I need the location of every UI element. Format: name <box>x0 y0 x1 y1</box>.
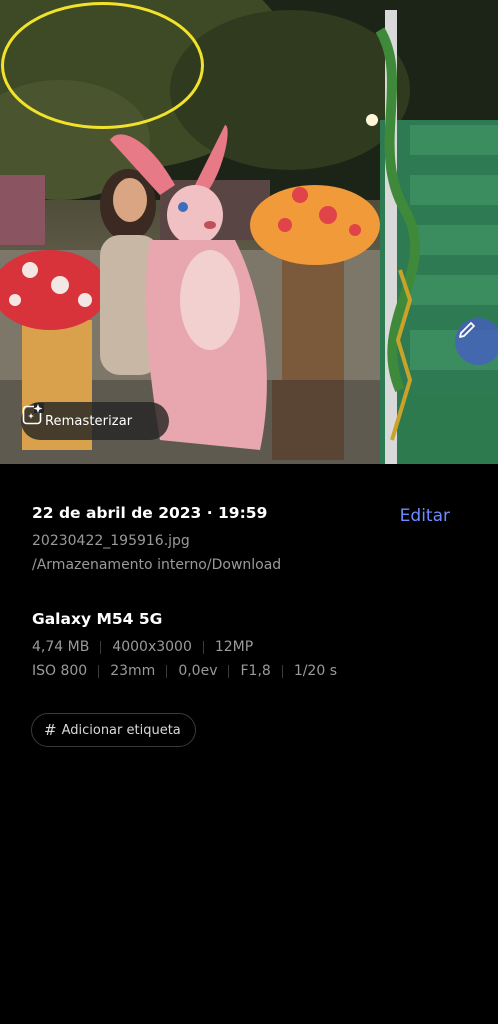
divider <box>202 640 204 654</box>
floating-edit-button[interactable] <box>455 318 498 365</box>
add-tag-label: Adicionar etiqueta <box>61 722 181 738</box>
photo-details-panel: 22 de abril de 2023 · 19:59 Editar 20230… <box>0 464 498 1024</box>
megapixels: 12MP <box>214 639 254 655</box>
photo-details-screen: Remasterizar 22 de abril de 2023 · 19:59… <box>0 0 498 1024</box>
shutter-speed: 1/20 s <box>293 663 337 679</box>
device-name: Galaxy M54 5G <box>32 610 163 628</box>
file-size: 4,74 MB <box>32 639 90 655</box>
iso-value: ISO 800 <box>32 663 88 679</box>
remaster-label: Remasterizar <box>45 413 133 429</box>
edit-button[interactable]: Editar <box>400 506 450 526</box>
add-tag-button[interactable]: # Adicionar etiqueta <box>31 713 196 747</box>
divider <box>100 640 102 654</box>
divider <box>166 664 168 678</box>
aperture: F1,8 <box>240 663 271 679</box>
divider <box>98 664 100 678</box>
camera-specs-row: ISO 800 23mm 0,0ev F1,8 1/20 s <box>32 663 337 679</box>
exposure-value: 0,0ev <box>178 663 218 679</box>
magic-sparkle-image-icon <box>22 403 44 425</box>
divider <box>228 664 230 678</box>
file-specs-row: 4,74 MB 4000x3000 12MP <box>32 639 253 655</box>
divider <box>281 664 283 678</box>
pencil-icon <box>459 322 475 338</box>
file-name: 20230422_195916.jpg <box>32 533 190 549</box>
resolution: 4000x3000 <box>112 639 192 655</box>
file-path: /Armazenamento interno/Download <box>32 557 282 573</box>
photo-preview[interactable]: Remasterizar <box>0 0 498 464</box>
hash-icon: # <box>44 721 57 739</box>
focal-length: 23mm <box>110 663 156 679</box>
remaster-button[interactable]: Remasterizar <box>21 402 169 440</box>
date-time: 22 de abril de 2023 · 19:59 <box>32 504 268 522</box>
photo-scene <box>0 0 498 464</box>
